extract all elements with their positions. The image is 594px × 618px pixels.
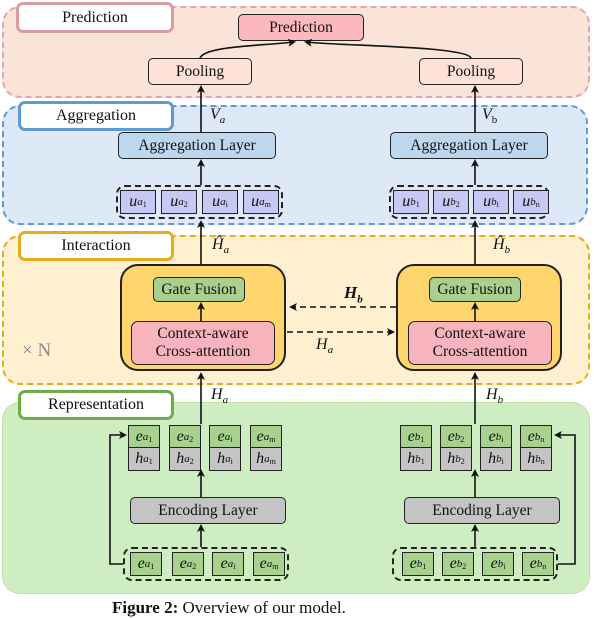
e-a-input-cell: e am: [253, 552, 285, 576]
u-b-cell: u b2: [433, 190, 469, 214]
encoding-layer-left: Encoding Layer: [130, 497, 286, 524]
representation-section-tag: Representation: [18, 390, 174, 420]
e-b-input-cell: e b2: [442, 552, 474, 576]
h-b-stack-cell: h b1: [400, 447, 432, 471]
v-b-label: Vb: [482, 106, 498, 127]
pooling-right-box: Pooling: [419, 58, 523, 85]
h-a-label: Ha: [211, 386, 229, 407]
h-a-stack-cell: h ai: [209, 447, 241, 471]
caption-label: Figure 2:: [112, 598, 179, 617]
h-b-stack-cell: h b2: [440, 447, 472, 471]
h-a-stack-cell: h a1: [128, 447, 160, 471]
e-a-input-cell: e a1: [130, 552, 162, 576]
u-a-cell: u ai: [202, 190, 238, 214]
u-a-cell: u a2: [161, 190, 197, 214]
u-b-cell: u bi: [473, 190, 509, 214]
h-b-cross-label: Hb: [344, 283, 363, 306]
cross-attention-line1: Context-aware: [434, 325, 526, 342]
e-a-input-cell: e a2: [172, 552, 204, 576]
e-a-stack-cell: e a2: [169, 425, 201, 449]
e-b-stack-cell: e b2: [440, 425, 472, 449]
e-b-stack-cell: e bn: [520, 425, 552, 449]
e-b-input-cell: e bn: [522, 552, 554, 576]
prediction-output-box: Prediction: [238, 14, 364, 41]
gate-fusion-left: Gate Fusion: [153, 277, 245, 302]
figure-caption: Figure 2: Overview of our model.: [112, 598, 346, 618]
h-b-stack-cell: h bn: [520, 447, 552, 471]
v-a-label: Va: [210, 106, 226, 127]
pooling-left-box: Pooling: [148, 58, 252, 85]
e-a-stack-cell: e ai: [209, 425, 241, 449]
caption-text: Overview of our model.: [182, 598, 346, 617]
u-a-cell: u am: [243, 190, 279, 214]
cross-attention-line1: Context-aware: [157, 325, 249, 342]
h-a-stack-cell: h a2: [169, 447, 201, 471]
encoding-layer-right: Encoding Layer: [404, 497, 560, 524]
h-a-stack-cell: h am: [250, 447, 282, 471]
u-a-cell: u a1: [120, 190, 156, 214]
e-a-stack-cell: e a1: [128, 425, 160, 449]
h-hat-a-label: Ĥa: [212, 236, 230, 257]
cross-attention-left: Context-aware Cross-attention: [131, 321, 275, 365]
h-a-cross-label: Ha: [316, 336, 334, 357]
interaction-section-tag: Interaction: [18, 231, 174, 261]
aggregation-section-tag: Aggregation: [18, 101, 174, 131]
e-a-stack-cell: e am: [250, 425, 282, 449]
u-b-cell: u bn: [513, 190, 549, 214]
cross-attention-line2: Cross-attention: [155, 343, 251, 360]
cross-attention-line2: Cross-attention: [432, 343, 528, 360]
u-b-cell: u b1: [393, 190, 429, 214]
gate-fusion-right: Gate Fusion: [429, 277, 521, 302]
e-b-stack-cell: e b1: [400, 425, 432, 449]
aggregation-layer-left: Aggregation Layer: [118, 132, 276, 159]
h-b-stack-cell: h bi: [480, 447, 512, 471]
aggregation-layer-right: Aggregation Layer: [390, 132, 548, 159]
e-b-input-cell: e bi: [482, 552, 514, 576]
e-b-stack-cell: e bi: [480, 425, 512, 449]
cross-attention-right: Context-aware Cross-attention: [408, 321, 552, 365]
prediction-section-tag: Prediction: [16, 2, 174, 33]
h-b-label: Hb: [486, 386, 504, 407]
repeat-n-label: × N: [22, 340, 52, 361]
e-b-input-cell: e b1: [402, 552, 434, 576]
h-hat-b-label: Ĥb: [493, 236, 511, 257]
e-a-input-cell: e ai: [212, 552, 244, 576]
